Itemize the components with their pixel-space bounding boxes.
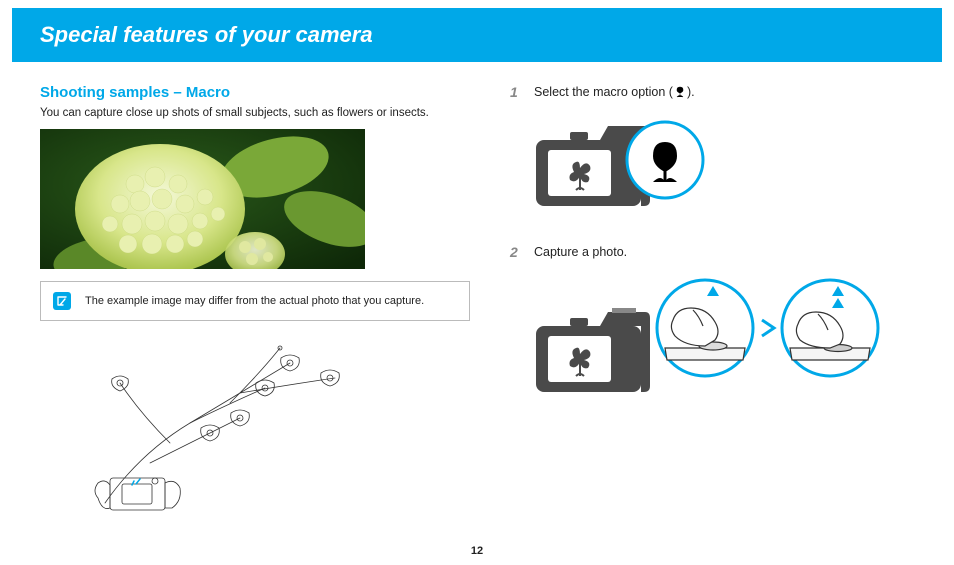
page-number: 12 <box>0 545 954 557</box>
left-column: Shooting samples – Macro You can capture… <box>40 84 470 513</box>
hydrangea-photo <box>40 129 365 269</box>
step-text-after: ). <box>687 85 695 99</box>
note-box: The example image may differ from the ac… <box>40 281 470 321</box>
intro-text: You can capture close up shots of small … <box>40 107 470 119</box>
step-text: Capture a photo. <box>534 244 627 260</box>
section-heading: Shooting samples – Macro <box>40 84 470 101</box>
macro-icon <box>673 86 687 98</box>
page-title: Special features of your camera <box>40 22 942 48</box>
step-2-figure <box>530 270 920 410</box>
step-number: 2 <box>510 244 524 260</box>
step-text-before: Select the macro option ( <box>534 85 673 99</box>
step-text-before: Capture a photo. <box>534 245 627 259</box>
page-content: Shooting samples – Macro You can capture… <box>0 62 954 513</box>
step-1: 1 Select the macro option (). <box>510 84 920 100</box>
step-text: Select the macro option (). <box>534 84 695 100</box>
flower-sketch-illustration <box>80 333 380 513</box>
step-2: 2 Capture a photo. <box>510 244 920 260</box>
step-number: 1 <box>510 84 524 100</box>
right-column: 1 Select the macro option (). <box>510 84 920 513</box>
sample-photo <box>40 129 365 269</box>
note-icon <box>53 292 71 310</box>
note-text: The example image may differ from the ac… <box>85 295 424 307</box>
step-1-figure <box>530 110 920 220</box>
page-header: Special features of your camera <box>12 8 942 62</box>
